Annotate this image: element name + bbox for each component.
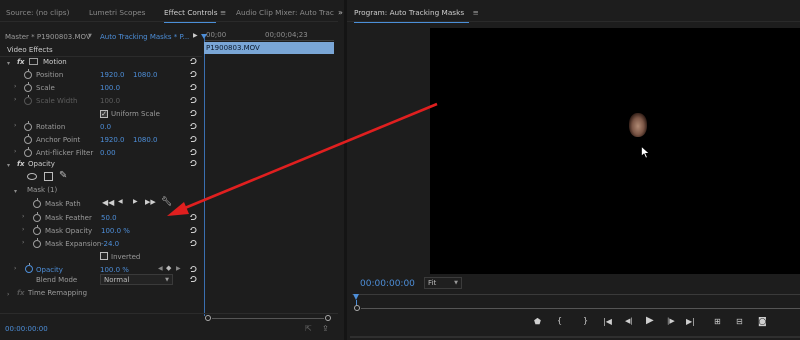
annotation-arrow-icon xyxy=(167,102,438,216)
